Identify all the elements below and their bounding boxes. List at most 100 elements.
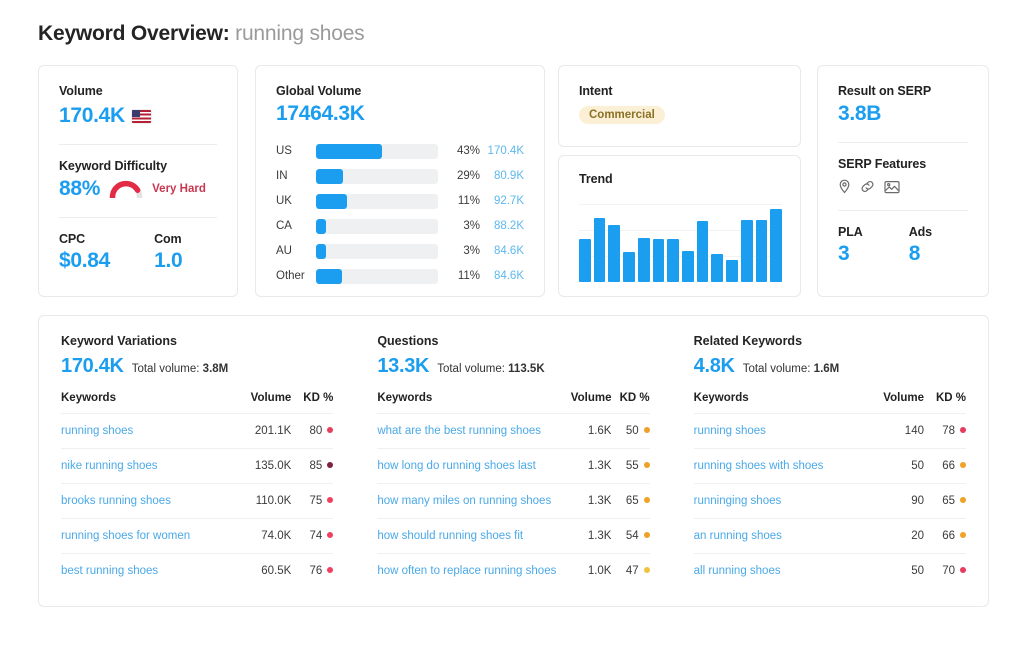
cell-kd: 74 [291,518,334,554]
header-keywords[interactable]: Keywords [694,392,862,414]
keyword-difficulty-label: Keyword Difficulty [59,159,167,173]
keyword-difficulty-value: 88% [59,177,101,200]
keyword-link[interactable]: all running shoes [694,565,781,577]
cell-kd: 65 [611,483,650,519]
table-row: best running shoes 60.5K 76 [61,553,334,588]
kd-difficulty-dot [643,497,650,503]
cell-keyword: runninging shoes [693,483,862,519]
ads-label: Ads [908,225,933,239]
com-block: Com 1.0 [154,232,183,273]
total-prefix: Total volume: [742,363,811,375]
cell-volume: 110.0K [229,483,292,519]
kd-difficulty-dot [327,462,334,468]
volume-amount[interactable]: 92.7K [480,195,524,207]
volume-amount[interactable]: 170.4K [480,145,524,157]
header-volume[interactable]: Volume [229,392,292,414]
trend-bar [711,253,724,282]
table-header-row: Keywords Volume KD % [61,392,333,414]
page-title: Keyword Overview: running shoes [38,22,365,46]
cell-kd: 47 [611,553,650,588]
cell-keyword: how often to replace running shoes [377,553,557,588]
keyword-link[interactable]: running shoes [694,425,766,437]
cell-keyword: how should running shoes fit [377,518,557,554]
total-value: 3.8M [202,363,229,375]
keyword-link[interactable]: what are the best running shoes [377,425,541,437]
keyword-link[interactable]: nike running shoes [61,460,158,472]
volume-bar-fill [316,243,326,259]
cell-kd: 80 [291,413,334,449]
kd-value: 76 [309,565,323,577]
keyword-link[interactable]: runninging shoes [694,495,782,507]
keyword-link[interactable]: how long do running shoes last [377,460,536,472]
cell-volume: 1.0K [556,553,612,588]
image-icon[interactable] [884,180,900,194]
kd-difficulty-dot [643,532,650,538]
cell-kd: 54 [611,518,650,554]
global-volume-row: AU 3% 84.6K [276,240,524,262]
table-column-title: Related Keywords [693,334,803,348]
keyword-link[interactable]: brooks running shoes [61,495,171,507]
table-column-count: 13.3K [377,355,430,377]
trend-bar [637,237,650,282]
table-row: running shoes 201.1K 80 [61,413,334,449]
header-kd[interactable]: KD % [611,392,650,414]
volume-amount[interactable]: 84.6K [480,270,524,282]
volume-bar-track [316,243,438,259]
cell-volume: 1.6K [556,413,612,449]
header-volume[interactable]: Volume [862,392,924,414]
cell-keyword: running shoes for women [61,518,230,554]
keyword-link[interactable]: how should running shoes fit [377,530,523,542]
keyword-link[interactable]: running shoes with shoes [694,460,824,472]
kd-difficulty-dot [643,427,650,433]
page-title-keyword: running shoes [235,22,365,45]
keyword-link[interactable]: how many miles on running shoes [377,495,551,507]
page-title-prefix: Keyword Overview: [38,22,230,45]
map-pin-icon[interactable] [838,179,851,194]
header-kd[interactable]: KD % [924,392,966,414]
keyword-link[interactable]: running shoes for women [61,530,190,542]
pla-value: 3 [838,242,850,265]
header-keywords[interactable]: Keywords [61,392,229,414]
volume-bar-fill [316,218,326,234]
volume-amount[interactable]: 84.6K [480,245,524,257]
table-row: an running shoes 20 66 [693,518,966,554]
com-label: Com [154,232,182,246]
header-kd[interactable]: KD % [291,392,333,414]
keyword-link[interactable]: an running shoes [694,530,782,542]
cell-keyword: running shoes [61,413,230,449]
link-icon[interactable] [860,179,875,194]
kd-difficulty-dot [327,567,334,573]
difficulty-gauge-icon [109,180,143,198]
table-row: brooks running shoes 110.0K 75 [61,483,334,519]
cpc-label: CPC [59,232,86,246]
table-column-total: Total volume: 1.6M [743,363,840,375]
table-column-summary: 13.3K Total volume: 113.5K [377,355,649,378]
cell-keyword: how many miles on running shoes [377,483,557,519]
cell-kd: 75 [291,483,334,519]
com-value: 1.0 [154,249,183,272]
table-row: nike running shoes 135.0K 85 [61,448,334,484]
cell-keyword: how long do running shoes last [377,448,557,484]
keyword-link[interactable]: running shoes [61,425,133,437]
kd-value: 50 [625,425,639,437]
volume-amount[interactable]: 80.9K [480,170,524,182]
keyword-link[interactable]: how often to replace running shoes [377,565,556,577]
keyword-tables: Keyword Variations 170.4K Total volume: 3.… [39,334,988,606]
volume-bar-track [316,168,438,184]
volume-amount[interactable]: 88.2K [480,220,524,232]
country-code: Other [276,270,305,282]
volume-bar-fill [316,268,342,284]
cell-volume: 1.3K [556,483,612,519]
kd-value: 54 [625,530,639,542]
keyword-link[interactable]: best running shoes [61,565,158,577]
header-volume[interactable]: Volume [556,392,612,414]
table-row: how often to replace running shoes 1.0K 47 [377,553,650,588]
kd-value: 55 [625,460,639,472]
header-keywords[interactable]: Keywords [377,392,556,414]
volume-percent: 11% [457,270,480,282]
kd-value: 66 [942,530,955,542]
cell-kd: 65 [923,483,966,519]
table-column-summary: 4.8K Total volume: 1.6M [694,355,966,378]
keyword-table-column: Related Keywords 4.8K Total volume: 1.6M Ke… [672,334,988,606]
cell-volume: 1.3K [556,518,612,554]
